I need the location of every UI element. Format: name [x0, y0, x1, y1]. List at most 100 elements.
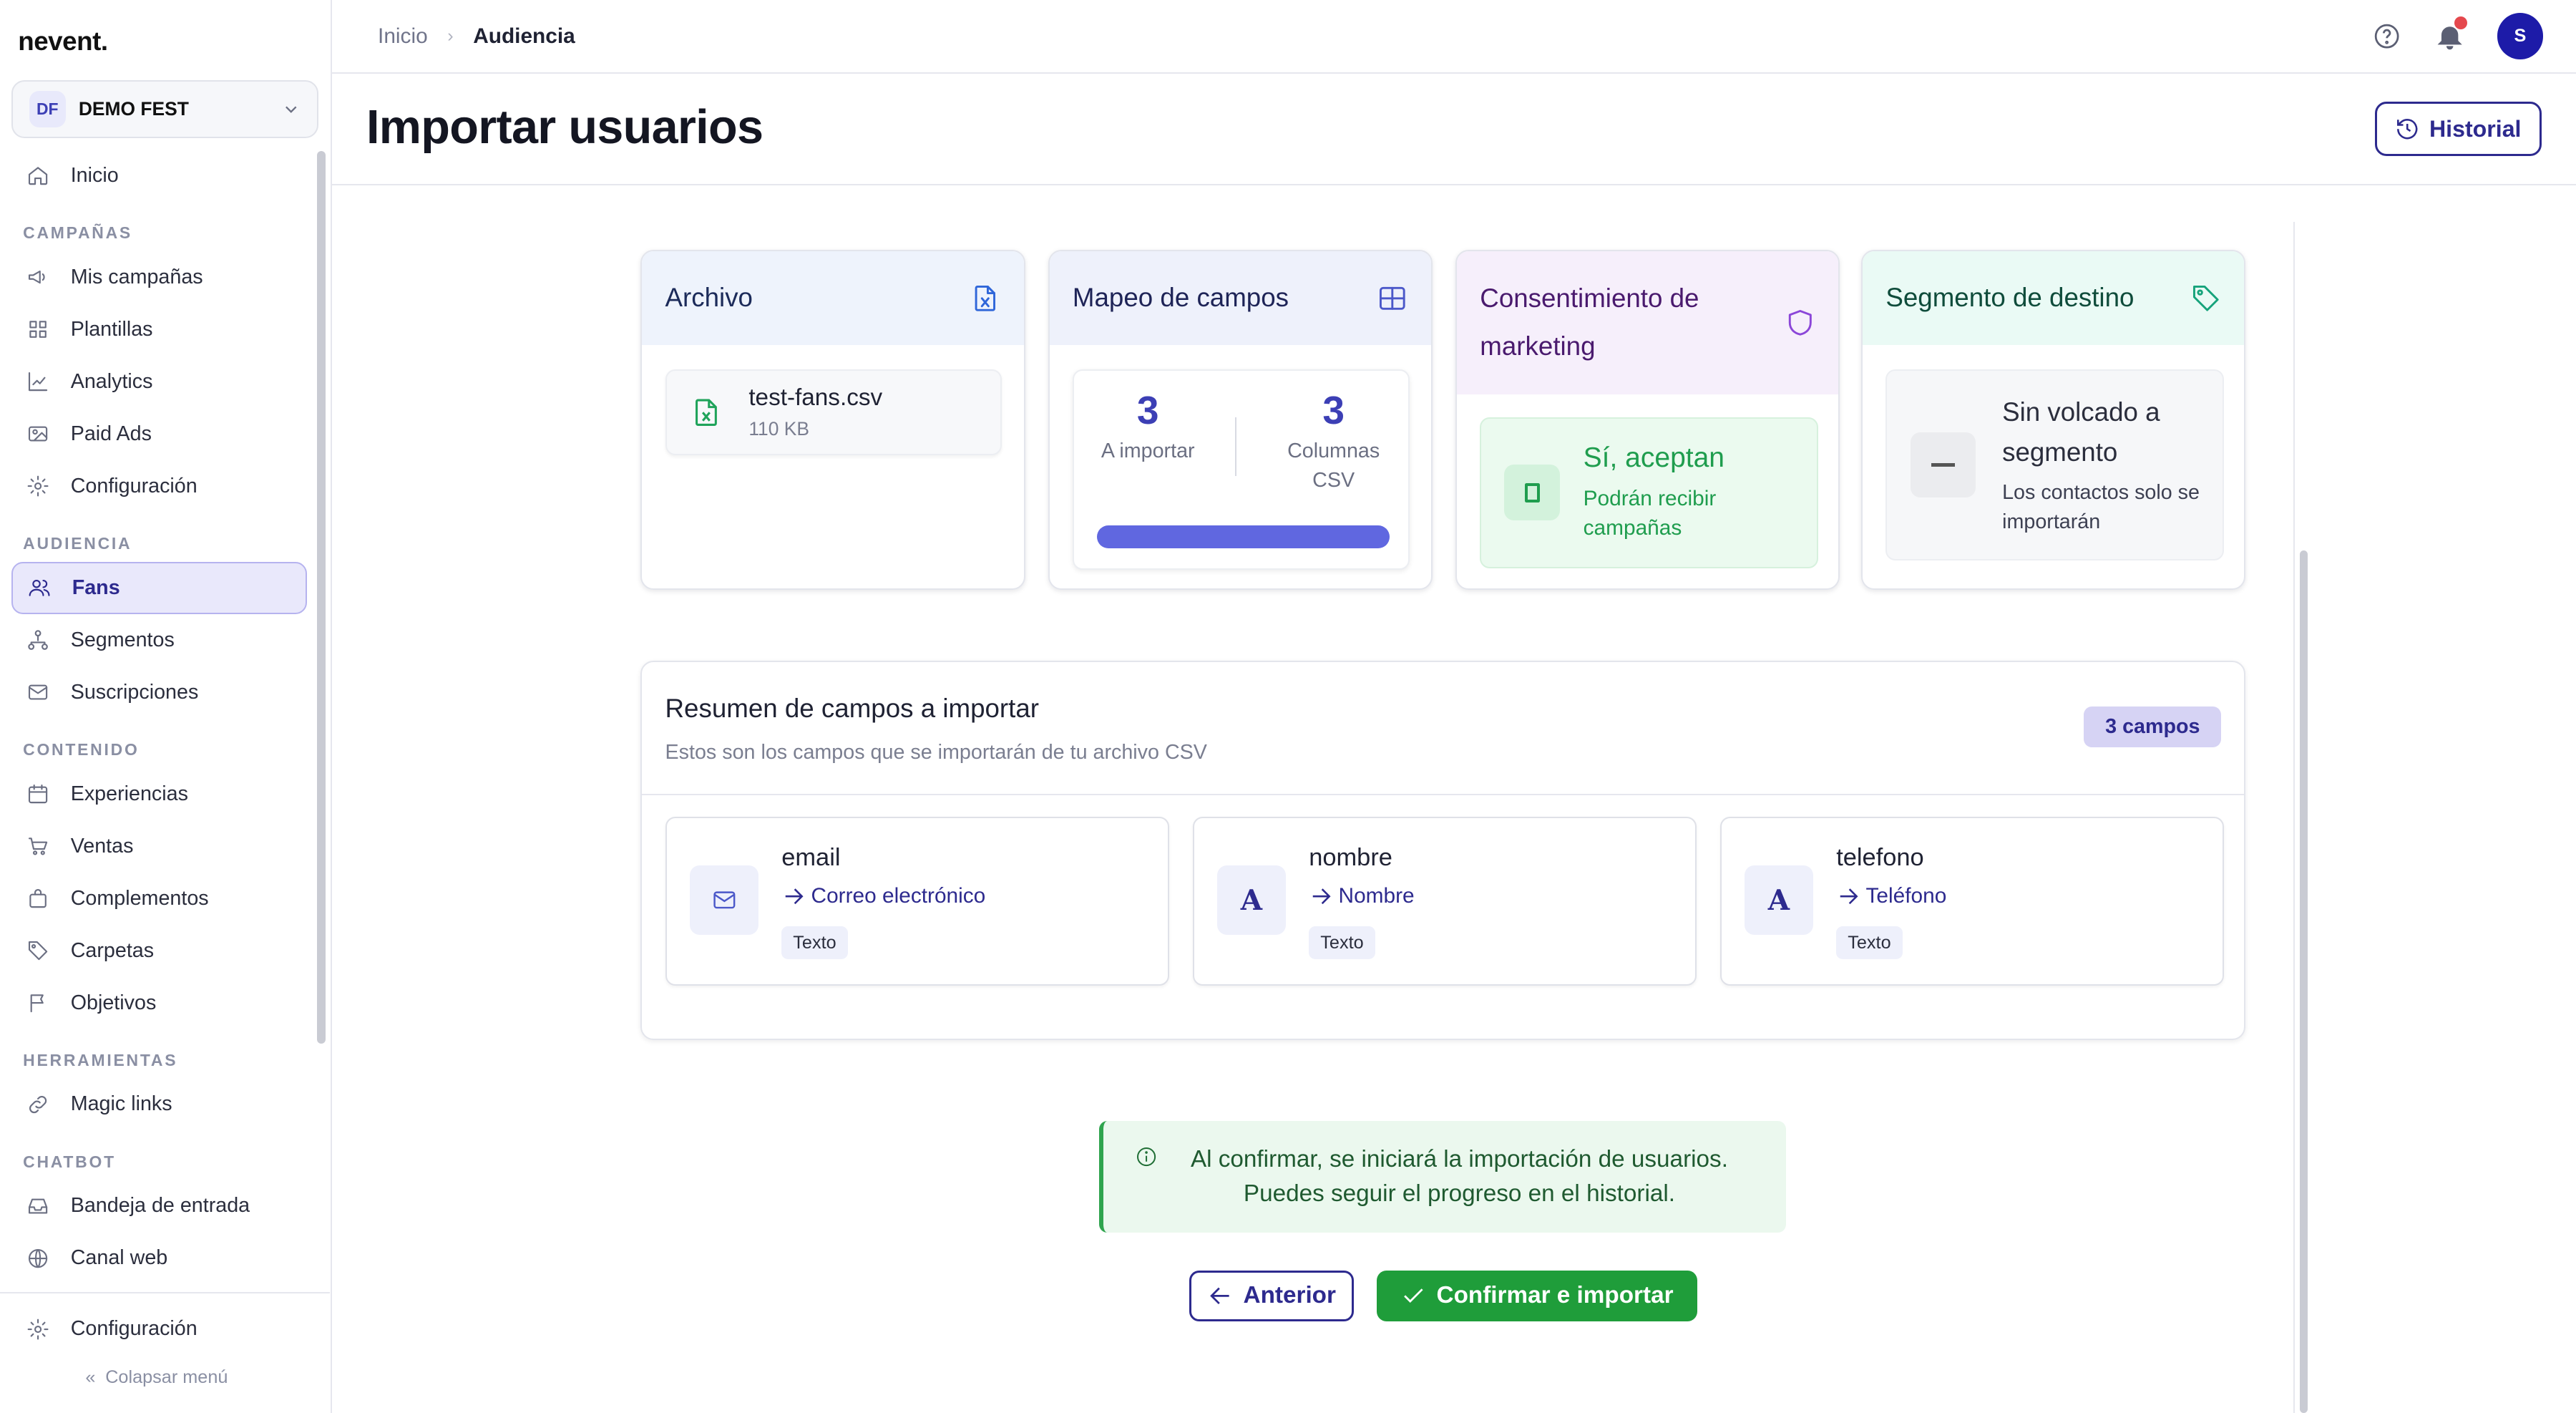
sidebar-item-mis-campanas[interactable]: Mis campañas [11, 251, 307, 304]
segment-value: Sin volcado a segmento [2002, 397, 2160, 467]
sidebar-item-magic-links[interactable]: Magic links [11, 1078, 307, 1130]
globe-icon [28, 1248, 47, 1268]
arrow-right-icon [1840, 888, 1858, 904]
notification-dot [2454, 16, 2468, 30]
mail-icon [28, 684, 47, 700]
page-header: Importar usuarios Historial [331, 74, 2576, 186]
to-import-label: A importar [1101, 439, 1195, 462]
check-icon [1404, 1288, 1423, 1303]
nav-section-contenido: CONTENIDO [23, 740, 140, 759]
segment-card-title: Segmento de destino [1885, 283, 2135, 313]
field-card-email: email Correo electrónico Texto [665, 816, 1170, 986]
table-icon [1380, 286, 1405, 310]
sidebar-item-label: Mis campañas [70, 265, 203, 288]
csv-columns-label: Columnas CSV [1287, 439, 1380, 492]
segment-status: Sin volcado a segmento Los contactos sol… [1885, 369, 2225, 560]
sidebar-item-label: Inicio [70, 163, 119, 187]
field-card-telefono: A telefono Teléfono Texto [1719, 816, 2225, 986]
main-scrollbar-thumb[interactable] [2299, 550, 2308, 1413]
nav-section-audiencia: AUDIENCIA [23, 534, 132, 553]
sidebar-item-suscripciones[interactable]: Suscripciones [11, 666, 307, 719]
sidebar-item-label: Analytics [70, 369, 153, 393]
header-actions: S [2372, 13, 2544, 59]
sidebar-footer-configuracion[interactable]: Configuración [11, 1303, 307, 1355]
home-icon [28, 167, 47, 185]
nav-section-campanas: CAMPAÑAS [23, 223, 132, 243]
previous-button[interactable]: Anterior [1189, 1270, 1354, 1321]
confirm-import-button-label: Confirmar e importar [1436, 1282, 1674, 1309]
sidebar-item-paid-ads[interactable]: Paid Ads [11, 408, 307, 460]
org-badge: DF [29, 91, 66, 127]
previous-button-label: Anterior [1243, 1282, 1336, 1309]
chevron-down-icon [285, 106, 297, 113]
app-logo[interactable]: nevent. [18, 26, 108, 57]
sidebar-item-analytics[interactable]: Analytics [11, 356, 307, 408]
mapping-card-header: Mapeo de campos [1049, 251, 1432, 345]
top-bar: Inicio › Audiencia S [331, 0, 2576, 74]
field-mapping: Nombre [1309, 884, 1415, 908]
info-icon [1136, 1147, 1156, 1167]
sidebar-item-segmentos[interactable]: Segmentos [11, 614, 307, 666]
shield-icon [1788, 310, 1812, 336]
sidebar-item-label: Carpetas [70, 938, 155, 962]
sidebar-item-carpetas[interactable]: Carpetas [11, 925, 307, 977]
text-a-icon: A [1216, 865, 1287, 935]
history-button[interactable]: Historial [2374, 102, 2542, 157]
csv-columns-count: 3 [1322, 388, 1345, 433]
breadcrumb-root[interactable]: Inicio [378, 24, 428, 49]
sidebar-item-bandeja[interactable]: Bandeja de entrada [11, 1180, 307, 1232]
sidebar-item-label: Bandeja de entrada [70, 1194, 250, 1218]
confirm-import-button[interactable]: Confirmar e importar [1376, 1270, 1697, 1321]
help-icon[interactable] [2372, 21, 2401, 51]
main-scrollbar[interactable] [2293, 221, 2313, 1413]
file-card: Archivo test-fans.csv 110 KB [640, 249, 1025, 591]
sidebar-scrollbar[interactable] [317, 151, 326, 1044]
segment-card-header: Segmento de destino [1863, 251, 2245, 345]
nav-section-herramientas: HERRAMIENTAS [23, 1050, 178, 1069]
confirm-info-alert: Al confirmar, se iniciará la importación… [1098, 1120, 1786, 1233]
collapse-menu-button[interactable]: « Colapsar menú [85, 1367, 228, 1388]
page-title: Importar usuarios [366, 101, 763, 155]
mail-icon [689, 865, 759, 935]
sidebar-item-canal-web[interactable]: Canal web [11, 1232, 307, 1284]
chart-line-icon [28, 372, 47, 392]
image-icon [28, 426, 47, 442]
sidebar-item-objetivos[interactable]: Objetivos [11, 977, 307, 1029]
segment-card: Segmento de destino Sin volcado a segmen… [1861, 249, 2246, 591]
history-button-label: Historial [2429, 115, 2522, 142]
gear-icon [27, 1319, 49, 1340]
users-icon [29, 580, 50, 596]
inbox-icon [28, 1198, 47, 1214]
consent-status: Sí, aceptan Podrán recibir campañas [1480, 417, 1819, 569]
field-card-nombre: A nombre Nombre Texto [1192, 816, 1697, 986]
user-avatar[interactable]: S [2497, 13, 2544, 59]
field-type-tag: Texto [1836, 926, 1903, 960]
sidebar-item-label: Ventas [70, 834, 134, 858]
double-chevron-left-icon: « [85, 1366, 96, 1387]
sidebar-item-fans[interactable]: Fans [11, 561, 308, 614]
file-info: test-fans.csv 110 KB [665, 369, 1002, 455]
to-import-stat: 3 A importar [1074, 387, 1222, 466]
notifications-button[interactable] [2435, 16, 2468, 51]
sidebar-item-configuracion[interactable]: Configuración [11, 460, 307, 513]
sidebar-item-experiencias[interactable]: Experiencias [11, 768, 307, 820]
breadcrumb-separator-icon: › [447, 26, 454, 47]
fields-count-badge: 3 campos [2084, 706, 2222, 748]
sidebar-item-ventas[interactable]: Ventas [11, 820, 307, 873]
sidebar-item-complementos[interactable]: Complementos [11, 873, 307, 925]
sidebar: nevent. DF DEMO FEST Inicio CAMPAÑAS Mis… [0, 0, 332, 1413]
consent-card: Consentimiento de marketing Sí, aceptan … [1455, 249, 1840, 591]
stat-divider [1234, 417, 1237, 477]
field-source-name: nombre [1309, 844, 1392, 872]
sidebar-nav: Inicio CAMPAÑAS Mis campañas Plantillas … [11, 150, 308, 1284]
summary-divider [642, 793, 2245, 795]
sidebar-item-inicio[interactable]: Inicio [11, 150, 307, 202]
sidebar-item-label: Complementos [70, 886, 209, 910]
grid-icon [29, 321, 47, 339]
sidebar-item-label: Experiencias [70, 782, 188, 805]
hierarchy-icon [27, 630, 48, 650]
minus-icon [1910, 432, 1976, 498]
sidebar-item-plantillas[interactable]: Plantillas [11, 304, 307, 356]
field-source-name: telefono [1836, 844, 1924, 872]
org-selector[interactable]: DF DEMO FEST [11, 80, 319, 138]
